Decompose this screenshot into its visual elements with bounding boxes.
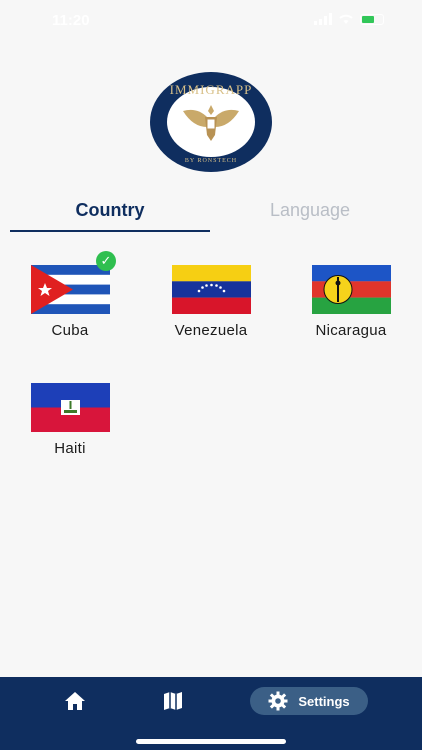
status-icons <box>314 13 384 25</box>
nav-map-button[interactable] <box>160 687 186 715</box>
battery-icon <box>360 13 384 25</box>
country-item-nicaragua[interactable]: Nicaragua <box>291 265 411 339</box>
country-name: Haiti <box>54 440 86 457</box>
country-name: Cuba <box>51 322 89 339</box>
country-name: Venezuela <box>174 322 248 339</box>
logo-subtitle: BY RONSTECH <box>184 158 238 164</box>
nicaragua-flag-icon <box>311 265 391 314</box>
wifi-icon <box>339 14 353 24</box>
country-item-haiti[interactable]: Haiti <box>10 383 130 457</box>
country-item-cuba[interactable]: ✓ Cuba <box>10 251 130 339</box>
status-time: 11:20 <box>52 12 90 29</box>
tab-language[interactable]: Language <box>210 196 410 232</box>
nav-home-button[interactable] <box>62 687 88 715</box>
venezuela-flag-icon <box>171 265 251 314</box>
tab-bar: Country Language <box>10 196 412 232</box>
selected-check-icon: ✓ <box>96 251 116 271</box>
haiti-flag-icon <box>30 383 110 432</box>
cuba-flag-icon <box>30 265 110 314</box>
settings-label: Settings <box>298 693 350 709</box>
status-bar: 11:20 <box>0 0 422 40</box>
home-icon <box>65 692 85 710</box>
tab-country[interactable]: Country <box>10 196 210 232</box>
map-icon <box>164 692 182 710</box>
gear-icon <box>268 691 288 711</box>
signal-icon <box>314 13 332 25</box>
country-item-venezuela[interactable]: Venezuela <box>151 265 271 339</box>
immigrapp-logo: IMMIGRAPP BY RONSTECH <box>150 72 272 172</box>
logo-title: IMMIGRAPP <box>169 82 253 97</box>
home-indicator[interactable] <box>136 739 286 744</box>
country-name: Nicaragua <box>315 322 387 339</box>
nav-settings-button[interactable]: Settings <box>250 687 368 715</box>
eagle-icon <box>183 105 239 141</box>
